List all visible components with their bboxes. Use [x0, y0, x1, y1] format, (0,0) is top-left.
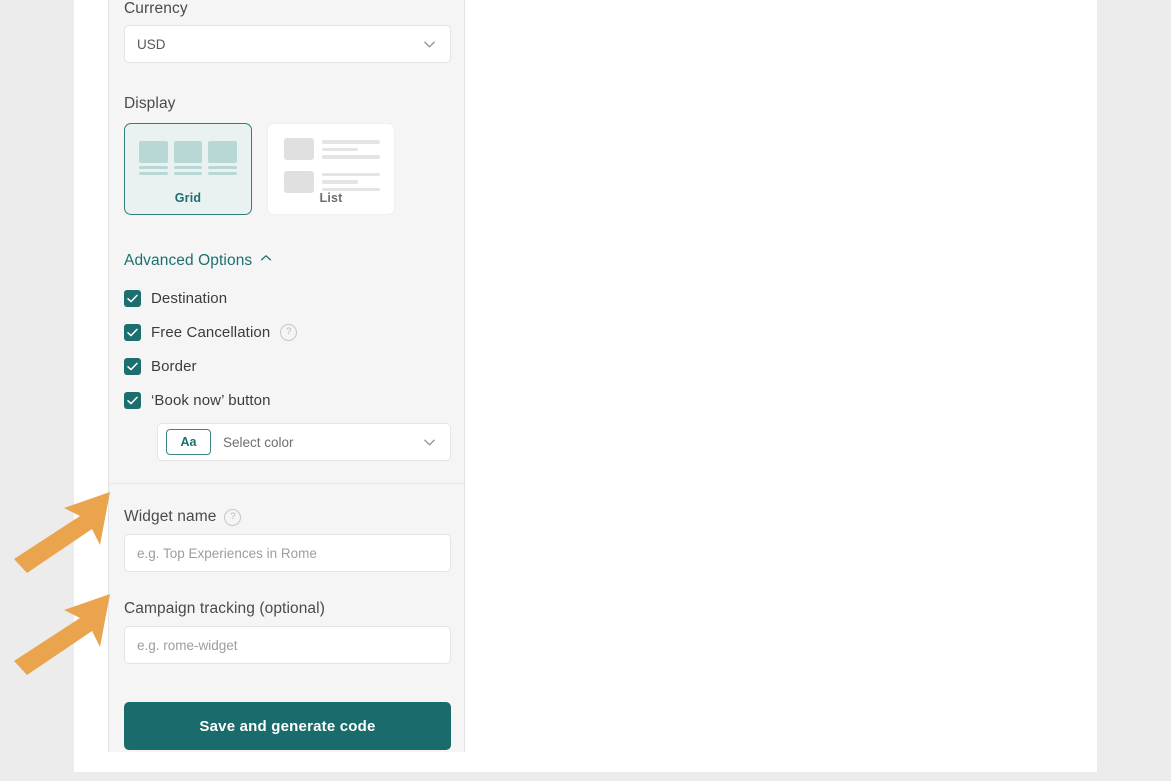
checkbox-row-free-cancellation[interactable]: Free Cancellation ? — [124, 315, 451, 349]
widget-name-field-group: Widget name ? e.g. Top Experiences in Ro… — [124, 508, 451, 572]
list-layout-icon — [284, 138, 380, 203]
checkbox-label-border: Border — [151, 357, 197, 375]
checkbox-checked-icon[interactable] — [124, 323, 141, 341]
checkbox-checked-icon[interactable] — [124, 357, 141, 375]
widget-name-label-row: Widget name ? — [124, 508, 451, 526]
checkbox-checked-icon[interactable] — [124, 289, 141, 307]
advanced-options-group: Advanced Options Destination Free Cancel… — [124, 251, 451, 461]
currency-label: Currency — [124, 0, 188, 17]
widget-settings-panel: Currency USD Display Grid List Advanced … — [108, 0, 466, 752]
color-swatch-button[interactable]: Aa — [166, 429, 211, 455]
checkbox-label-destination: Destination — [151, 289, 228, 307]
checkbox-row-destination[interactable]: Destination — [124, 281, 451, 315]
currency-select[interactable]: USD — [124, 25, 451, 63]
checkbox-label-book-now-button: ‘Book now’ button — [151, 391, 271, 409]
color-select[interactable]: Aa Select color — [157, 423, 451, 461]
checkbox-checked-icon[interactable] — [124, 391, 141, 409]
section-divider — [109, 483, 466, 484]
checkbox-label-free-cancellation: Free Cancellation — [151, 323, 271, 341]
display-field-group: Display Grid List — [124, 95, 451, 215]
advanced-options-toggle[interactable]: Advanced Options — [124, 251, 273, 270]
help-circle-icon[interactable]: ? — [280, 323, 298, 341]
chevron-up-icon — [259, 251, 273, 270]
campaign-tracking-input[interactable]: e.g. rome-widget — [137, 638, 238, 653]
chevron-down-icon — [422, 435, 437, 450]
campaign-tracking-input-wrapper[interactable]: e.g. rome-widget — [124, 626, 451, 664]
display-option-list[interactable]: List — [267, 123, 395, 215]
display-option-grid-label: Grid — [174, 191, 202, 205]
grid-layout-icon — [139, 141, 238, 175]
currency-value: USD — [137, 36, 166, 52]
chevron-down-icon — [422, 37, 437, 52]
currency-field-group: Currency USD — [124, 0, 451, 63]
display-option-grid[interactable]: Grid — [124, 123, 252, 215]
widget-name-input-wrapper[interactable]: e.g. Top Experiences in Rome — [124, 534, 451, 572]
advanced-options-label: Advanced Options — [124, 251, 253, 269]
save-and-generate-code-button[interactable]: Save and generate code — [124, 702, 451, 750]
widget-name-label: Widget name — [124, 508, 217, 525]
widget-name-input[interactable]: e.g. Top Experiences in Rome — [137, 546, 317, 561]
checkbox-row-book-now-button[interactable]: ‘Book now’ button — [124, 383, 451, 417]
color-select-placeholder: Select color — [223, 434, 294, 450]
help-circle-icon[interactable]: ? — [224, 508, 242, 526]
campaign-tracking-label: Campaign tracking (optional) — [124, 600, 325, 617]
display-label: Display — [124, 95, 176, 112]
checkbox-row-border[interactable]: Border — [124, 349, 451, 383]
campaign-tracking-field-group: Campaign tracking (optional) e.g. rome-w… — [124, 600, 451, 664]
